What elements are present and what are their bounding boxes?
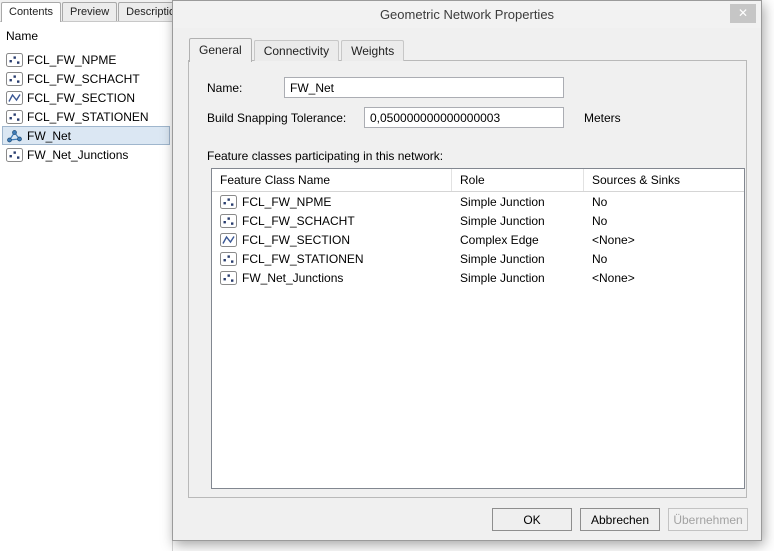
tab-connectivity[interactable]: Connectivity	[254, 40, 339, 61]
tree-item-label: FCL_FW_NPME	[27, 53, 116, 67]
feature-class-name: FW_Net_Junctions	[242, 271, 343, 285]
column-header-sources-sinks[interactable]: Sources & Sinks	[584, 169, 744, 191]
point-feature-class-icon	[6, 72, 23, 86]
tab-contents[interactable]: Contents	[1, 2, 61, 22]
dialog-tabs: GeneralConnectivityWeights	[189, 40, 406, 61]
point-feature-class-icon	[220, 271, 237, 285]
tree-item-fcl_fw_stationen[interactable]: FCL_FW_STATIONEN	[2, 107, 170, 126]
sources-sinks-cell: No	[584, 252, 744, 266]
tree-item-label: FW_Net_Junctions	[27, 148, 128, 162]
feature-class-name: FCL_FW_NPME	[242, 195, 331, 209]
feature-classes-table-body: FCL_FW_NPMESimple JunctionNoFCL_FW_SCHAC…	[212, 192, 744, 287]
feature-class-name-cell: FCL_FW_SCHACHT	[212, 214, 452, 228]
feature-classes-caption: Feature classes participating in this ne…	[207, 149, 443, 163]
feature-class-name: FCL_FW_SCHACHT	[242, 214, 355, 228]
tree-item-fcl_fw_npme[interactable]: FCL_FW_NPME	[2, 50, 170, 69]
tree-item-label: FCL_FW_STATIONEN	[27, 110, 149, 124]
close-button[interactable]: ✕	[730, 4, 756, 23]
point-feature-class-icon	[6, 53, 23, 67]
point-feature-class-icon	[6, 110, 23, 124]
geometric-network-properties-dialog: Geometric Network Properties ✕ GeneralCo…	[172, 0, 762, 541]
table-row-fcl_fw_section[interactable]: FCL_FW_SECTION Complex Edge<None>	[212, 230, 744, 249]
tree-item-fw_net_junctions[interactable]: FW_Net_Junctions	[2, 145, 170, 164]
dialog-title-bar: Geometric Network Properties ✕	[173, 1, 761, 28]
tree-item-label: FW_Net	[27, 129, 71, 143]
sources-sinks-cell: No	[584, 214, 744, 228]
feature-class-name: FCL_FW_STATIONEN	[242, 252, 364, 266]
feature-class-name-cell: FCL_FW_STATIONEN	[212, 252, 452, 266]
name-field-row: Name:	[207, 77, 728, 99]
catalog-panel: ContentsPreviewDescription Name FCL_FW_N…	[0, 0, 173, 551]
point-feature-class-icon	[6, 148, 23, 162]
ok-button[interactable]: OK	[492, 508, 572, 531]
tree-item-fcl_fw_section[interactable]: FCL_FW_SECTION	[2, 88, 170, 107]
tree-item-label: FCL_FW_SECTION	[27, 91, 135, 105]
point-feature-class-icon	[220, 195, 237, 209]
sources-sinks-cell: No	[584, 195, 744, 209]
feature-class-name-cell: FW_Net_Junctions	[212, 271, 452, 285]
feature-class-name-cell: FCL_FW_NPME	[212, 195, 452, 209]
uebernehmen-button[interactable]: Übernehmen	[668, 508, 748, 531]
tab-general[interactable]: General	[189, 38, 252, 62]
dialog-title: Geometric Network Properties	[173, 7, 761, 22]
name-label: Name:	[207, 81, 242, 95]
table-row-fcl_fw_stationen[interactable]: FCL_FW_STATIONEN Simple JunctionNo	[212, 249, 744, 268]
tree-item-label: FCL_FW_SCHACHT	[27, 72, 140, 86]
sources-sinks-cell: <None>	[584, 271, 744, 285]
point-feature-class-icon	[220, 214, 237, 228]
dialog-buttons: OK Abbrechen Übernehmen	[492, 508, 748, 531]
role-cell: Simple Junction	[452, 271, 584, 285]
feature-class-name: FCL_FW_SECTION	[242, 233, 350, 247]
role-cell: Simple Junction	[452, 195, 584, 209]
geometric-network-icon	[6, 129, 23, 143]
table-row-fcl_fw_schacht[interactable]: FCL_FW_SCHACHT Simple JunctionNo	[212, 211, 744, 230]
line-feature-class-icon	[220, 233, 237, 247]
snapping-tolerance-input[interactable]	[364, 107, 564, 128]
role-cell: Simple Junction	[452, 252, 584, 266]
feature-classes-table-header: Feature Class NameRoleSources & Sinks	[212, 169, 744, 192]
feature-class-name-cell: FCL_FW_SECTION	[212, 233, 452, 247]
role-cell: Simple Junction	[452, 214, 584, 228]
tree-item-fw_net[interactable]: FW_Net	[2, 126, 170, 145]
table-row-fw_net_junctions[interactable]: FW_Net_Junctions Simple Junction<None>	[212, 268, 744, 287]
network-name-input[interactable]	[284, 77, 564, 98]
general-tab-page: Name: Build Snapping Tolerance: Meters F…	[188, 60, 747, 498]
panel-tabs: ContentsPreviewDescription	[0, 0, 172, 22]
catalog-tree: FCL_FW_NPME FCL_FW_SCHACHT FCL_FW_SECTION F…	[0, 48, 172, 166]
tolerance-field-row: Build Snapping Tolerance: Meters	[207, 107, 728, 129]
name-column-header[interactable]: Name	[0, 22, 172, 48]
feature-classes-table: Feature Class NameRoleSources & Sinks FC…	[211, 168, 745, 489]
sources-sinks-cell: <None>	[584, 233, 744, 247]
tree-item-fcl_fw_schacht[interactable]: FCL_FW_SCHACHT	[2, 69, 170, 88]
table-row-fcl_fw_npme[interactable]: FCL_FW_NPME Simple JunctionNo	[212, 192, 744, 211]
column-header-role[interactable]: Role	[452, 169, 584, 191]
role-cell: Complex Edge	[452, 233, 584, 247]
tolerance-label: Build Snapping Tolerance:	[207, 111, 346, 125]
line-feature-class-icon	[6, 91, 23, 105]
abbrechen-button[interactable]: Abbrechen	[580, 508, 660, 531]
tolerance-unit-label: Meters	[584, 111, 621, 125]
column-header-feature-class-name[interactable]: Feature Class Name	[212, 169, 452, 191]
tab-weights[interactable]: Weights	[341, 40, 404, 61]
point-feature-class-icon	[220, 252, 237, 266]
tab-preview[interactable]: Preview	[62, 2, 117, 21]
